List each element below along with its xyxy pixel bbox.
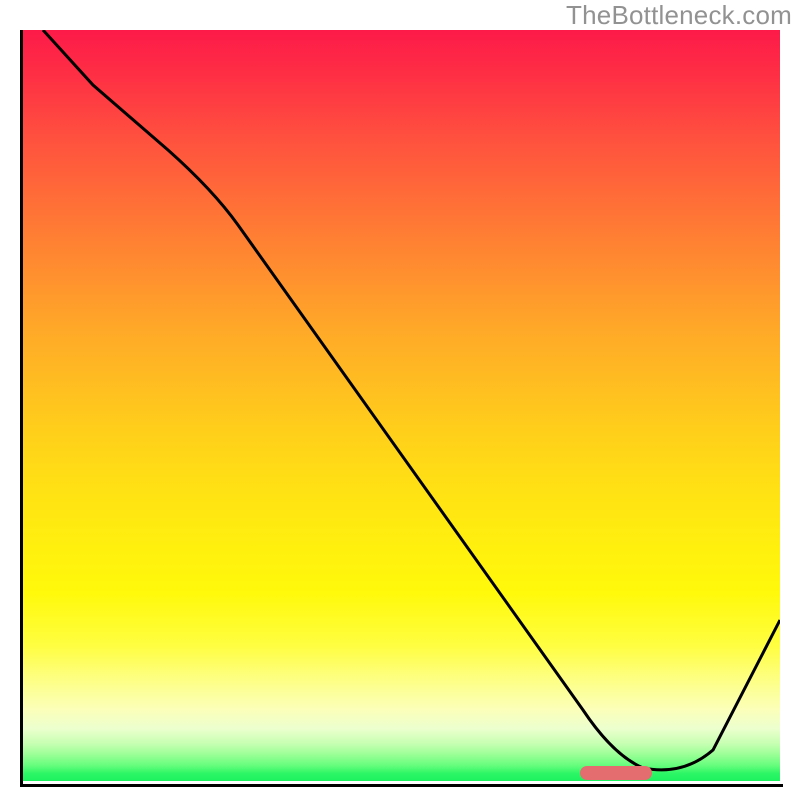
watermark-text: TheBottleneck.com — [566, 0, 792, 31]
chart-container: TheBottleneck.com — [0, 0, 800, 800]
axes-frame — [20, 30, 783, 787]
